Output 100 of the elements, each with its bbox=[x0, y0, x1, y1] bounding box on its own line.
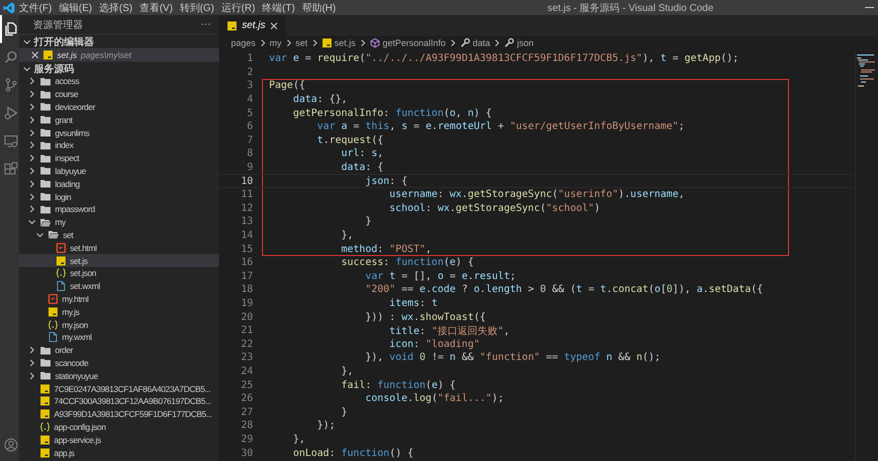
tree-item[interactable]: set.js bbox=[19, 254, 219, 267]
code-line: data: { bbox=[340, 162, 384, 174]
tree-item[interactable]: scancode bbox=[19, 356, 219, 370]
line-number: 7 bbox=[246, 134, 253, 146]
chevron-down-icon[interactable] bbox=[22, 64, 31, 73]
tree-item[interactable]: course bbox=[19, 88, 219, 101]
tree-item[interactable]: 74CCF300A39813CF12AA9B076197DCB5... bbox=[19, 394, 219, 408]
tree-item[interactable]: set.json bbox=[19, 266, 219, 280]
breadcrumb-item[interactable]: set bbox=[296, 38, 308, 48]
chevron-down-icon[interactable] bbox=[27, 218, 36, 227]
tree-item[interactable]: inspect bbox=[19, 152, 219, 165]
tree-item[interactable]: my.html bbox=[19, 292, 219, 306]
menu-item[interactable]: 运行(R) bbox=[221, 0, 256, 14]
chevron-right-icon[interactable] bbox=[27, 371, 36, 380]
menu-item[interactable]: 文件(F) bbox=[19, 0, 52, 14]
tree-item[interactable]: my bbox=[19, 216, 219, 229]
tree-item[interactable]: login bbox=[19, 190, 219, 203]
line-number: 9 bbox=[246, 162, 253, 174]
js-file-icon bbox=[322, 38, 332, 48]
folder-icon bbox=[40, 115, 51, 124]
code-line: } bbox=[340, 406, 348, 418]
js-file-icon bbox=[40, 384, 50, 394]
tree-item[interactable]: set.html bbox=[19, 241, 219, 254]
open-editor-item[interactable]: set.js pages\my\set bbox=[19, 48, 219, 61]
code-line: onLoad: function() { bbox=[292, 448, 414, 459]
json-file-icon bbox=[56, 268, 66, 278]
tree-item[interactable]: 7C9E0247A39813CF1AF86A4023A7DCB5... bbox=[19, 382, 219, 395]
menu-item[interactable]: 查看(V) bbox=[139, 0, 173, 14]
breadcrumb-item[interactable]: pages bbox=[231, 38, 256, 48]
js-file-icon bbox=[40, 434, 50, 445]
more-actions-button[interactable]: ··· bbox=[201, 19, 211, 30]
line-number: 22 bbox=[240, 338, 253, 350]
tree-item[interactable]: index bbox=[19, 138, 219, 152]
tree-item[interactable]: app.js bbox=[19, 446, 219, 459]
tree-item[interactable]: set bbox=[19, 228, 219, 242]
chevron-right-icon[interactable] bbox=[27, 128, 36, 138]
tree-item[interactable]: access bbox=[19, 75, 219, 88]
tree-item[interactable]: gvsunlims bbox=[19, 126, 219, 139]
code-line: }); bbox=[316, 420, 336, 432]
chevron-right-icon[interactable] bbox=[27, 166, 36, 176]
chevron-right-icon[interactable] bbox=[27, 90, 36, 99]
chevron-right-icon[interactable] bbox=[27, 192, 36, 202]
chevron-right-icon bbox=[310, 38, 319, 46]
code-line: getPersonalInfo: function(o, n) { bbox=[292, 108, 492, 119]
close-icon[interactable] bbox=[31, 50, 39, 58]
menu-item[interactable]: 选择(S) bbox=[99, 0, 132, 14]
tree-item[interactable]: my.json bbox=[19, 318, 219, 331]
tree-item[interactable]: loading bbox=[19, 177, 219, 190]
folder-icon bbox=[40, 218, 51, 227]
code-line: })) : wx.showToast({ bbox=[364, 312, 486, 323]
tree-item[interactable]: stationyuyue bbox=[19, 369, 219, 382]
line-number: 4 bbox=[246, 94, 253, 106]
tree-item[interactable]: app-service.js bbox=[19, 433, 219, 446]
section-title[interactable]: 服务源码 bbox=[34, 62, 74, 76]
code-line: success: function(e) { bbox=[340, 257, 474, 268]
line-number: 23 bbox=[240, 352, 253, 364]
tree-item[interactable]: app-config.json bbox=[19, 420, 219, 434]
code-line: }, bbox=[292, 434, 306, 445]
tree-item[interactable]: mpassword bbox=[19, 202, 219, 216]
code-line: "200" == e.code ? o.length > 0 && (t = t.concat(o[0]), a.setData({ bbox=[364, 284, 763, 296]
chevron-right-icon[interactable] bbox=[27, 346, 36, 355]
js-file-icon bbox=[40, 448, 50, 458]
chevron-down-icon[interactable] bbox=[22, 37, 31, 46]
tree-item[interactable]: labyuyue bbox=[19, 164, 219, 178]
line-number: 26 bbox=[240, 393, 253, 404]
tree-item[interactable]: order bbox=[19, 344, 219, 357]
tree-item[interactable]: A93F99D1A39813CFCF59F1D6F177DCB5... bbox=[19, 408, 219, 421]
code-line: }), void 0 != n && "function" == typeof n && n(); bbox=[364, 352, 660, 364]
tree-item[interactable]: deviceorder bbox=[19, 100, 219, 114]
chevron-down-icon[interactable] bbox=[35, 230, 44, 240]
chevron-right-icon[interactable] bbox=[27, 204, 36, 214]
breadcrumb-item[interactable]: json bbox=[517, 38, 534, 48]
breadcrumb-item[interactable]: data bbox=[472, 38, 490, 48]
folder-icon bbox=[40, 140, 51, 150]
menu-item[interactable]: 终端(T) bbox=[262, 0, 295, 14]
tree-item[interactable]: set.wxml bbox=[19, 280, 219, 293]
close-icon[interactable] bbox=[270, 22, 278, 30]
chevron-right-icon[interactable] bbox=[27, 102, 36, 112]
tree-item[interactable]: my.wxml bbox=[19, 330, 219, 344]
menu-item[interactable]: 编辑(E) bbox=[58, 0, 92, 14]
editor-tab[interactable]: set.js bbox=[219, 15, 286, 36]
tree-item[interactable]: grant bbox=[19, 113, 219, 126]
chevron-right-icon[interactable] bbox=[27, 154, 36, 163]
breadcrumb-item[interactable]: set.js bbox=[334, 38, 356, 48]
folder-icon bbox=[40, 76, 51, 86]
chevron-right-icon[interactable] bbox=[27, 76, 36, 86]
chevron-right-icon[interactable] bbox=[27, 140, 36, 150]
tree-item[interactable]: my.js bbox=[19, 305, 219, 318]
chevron-right-icon[interactable] bbox=[27, 179, 36, 188]
file-name: set.js bbox=[57, 50, 77, 60]
breadcrumb-item[interactable]: getPersonalInfo bbox=[382, 38, 446, 48]
menu-item[interactable]: 帮助(H) bbox=[302, 0, 336, 14]
chevron-right-icon[interactable] bbox=[27, 358, 36, 368]
js-file-icon bbox=[40, 409, 50, 420]
chevron-right-icon[interactable] bbox=[27, 115, 36, 124]
section-title[interactable]: 打开的编辑器 bbox=[34, 34, 94, 48]
code-line: items: t bbox=[388, 298, 438, 309]
breadcrumb-item[interactable]: my bbox=[270, 38, 282, 48]
menu-item[interactable]: 转到(G) bbox=[180, 0, 214, 14]
code-line: username: wx.getStorageSync("userinfo").username, bbox=[388, 189, 684, 200]
